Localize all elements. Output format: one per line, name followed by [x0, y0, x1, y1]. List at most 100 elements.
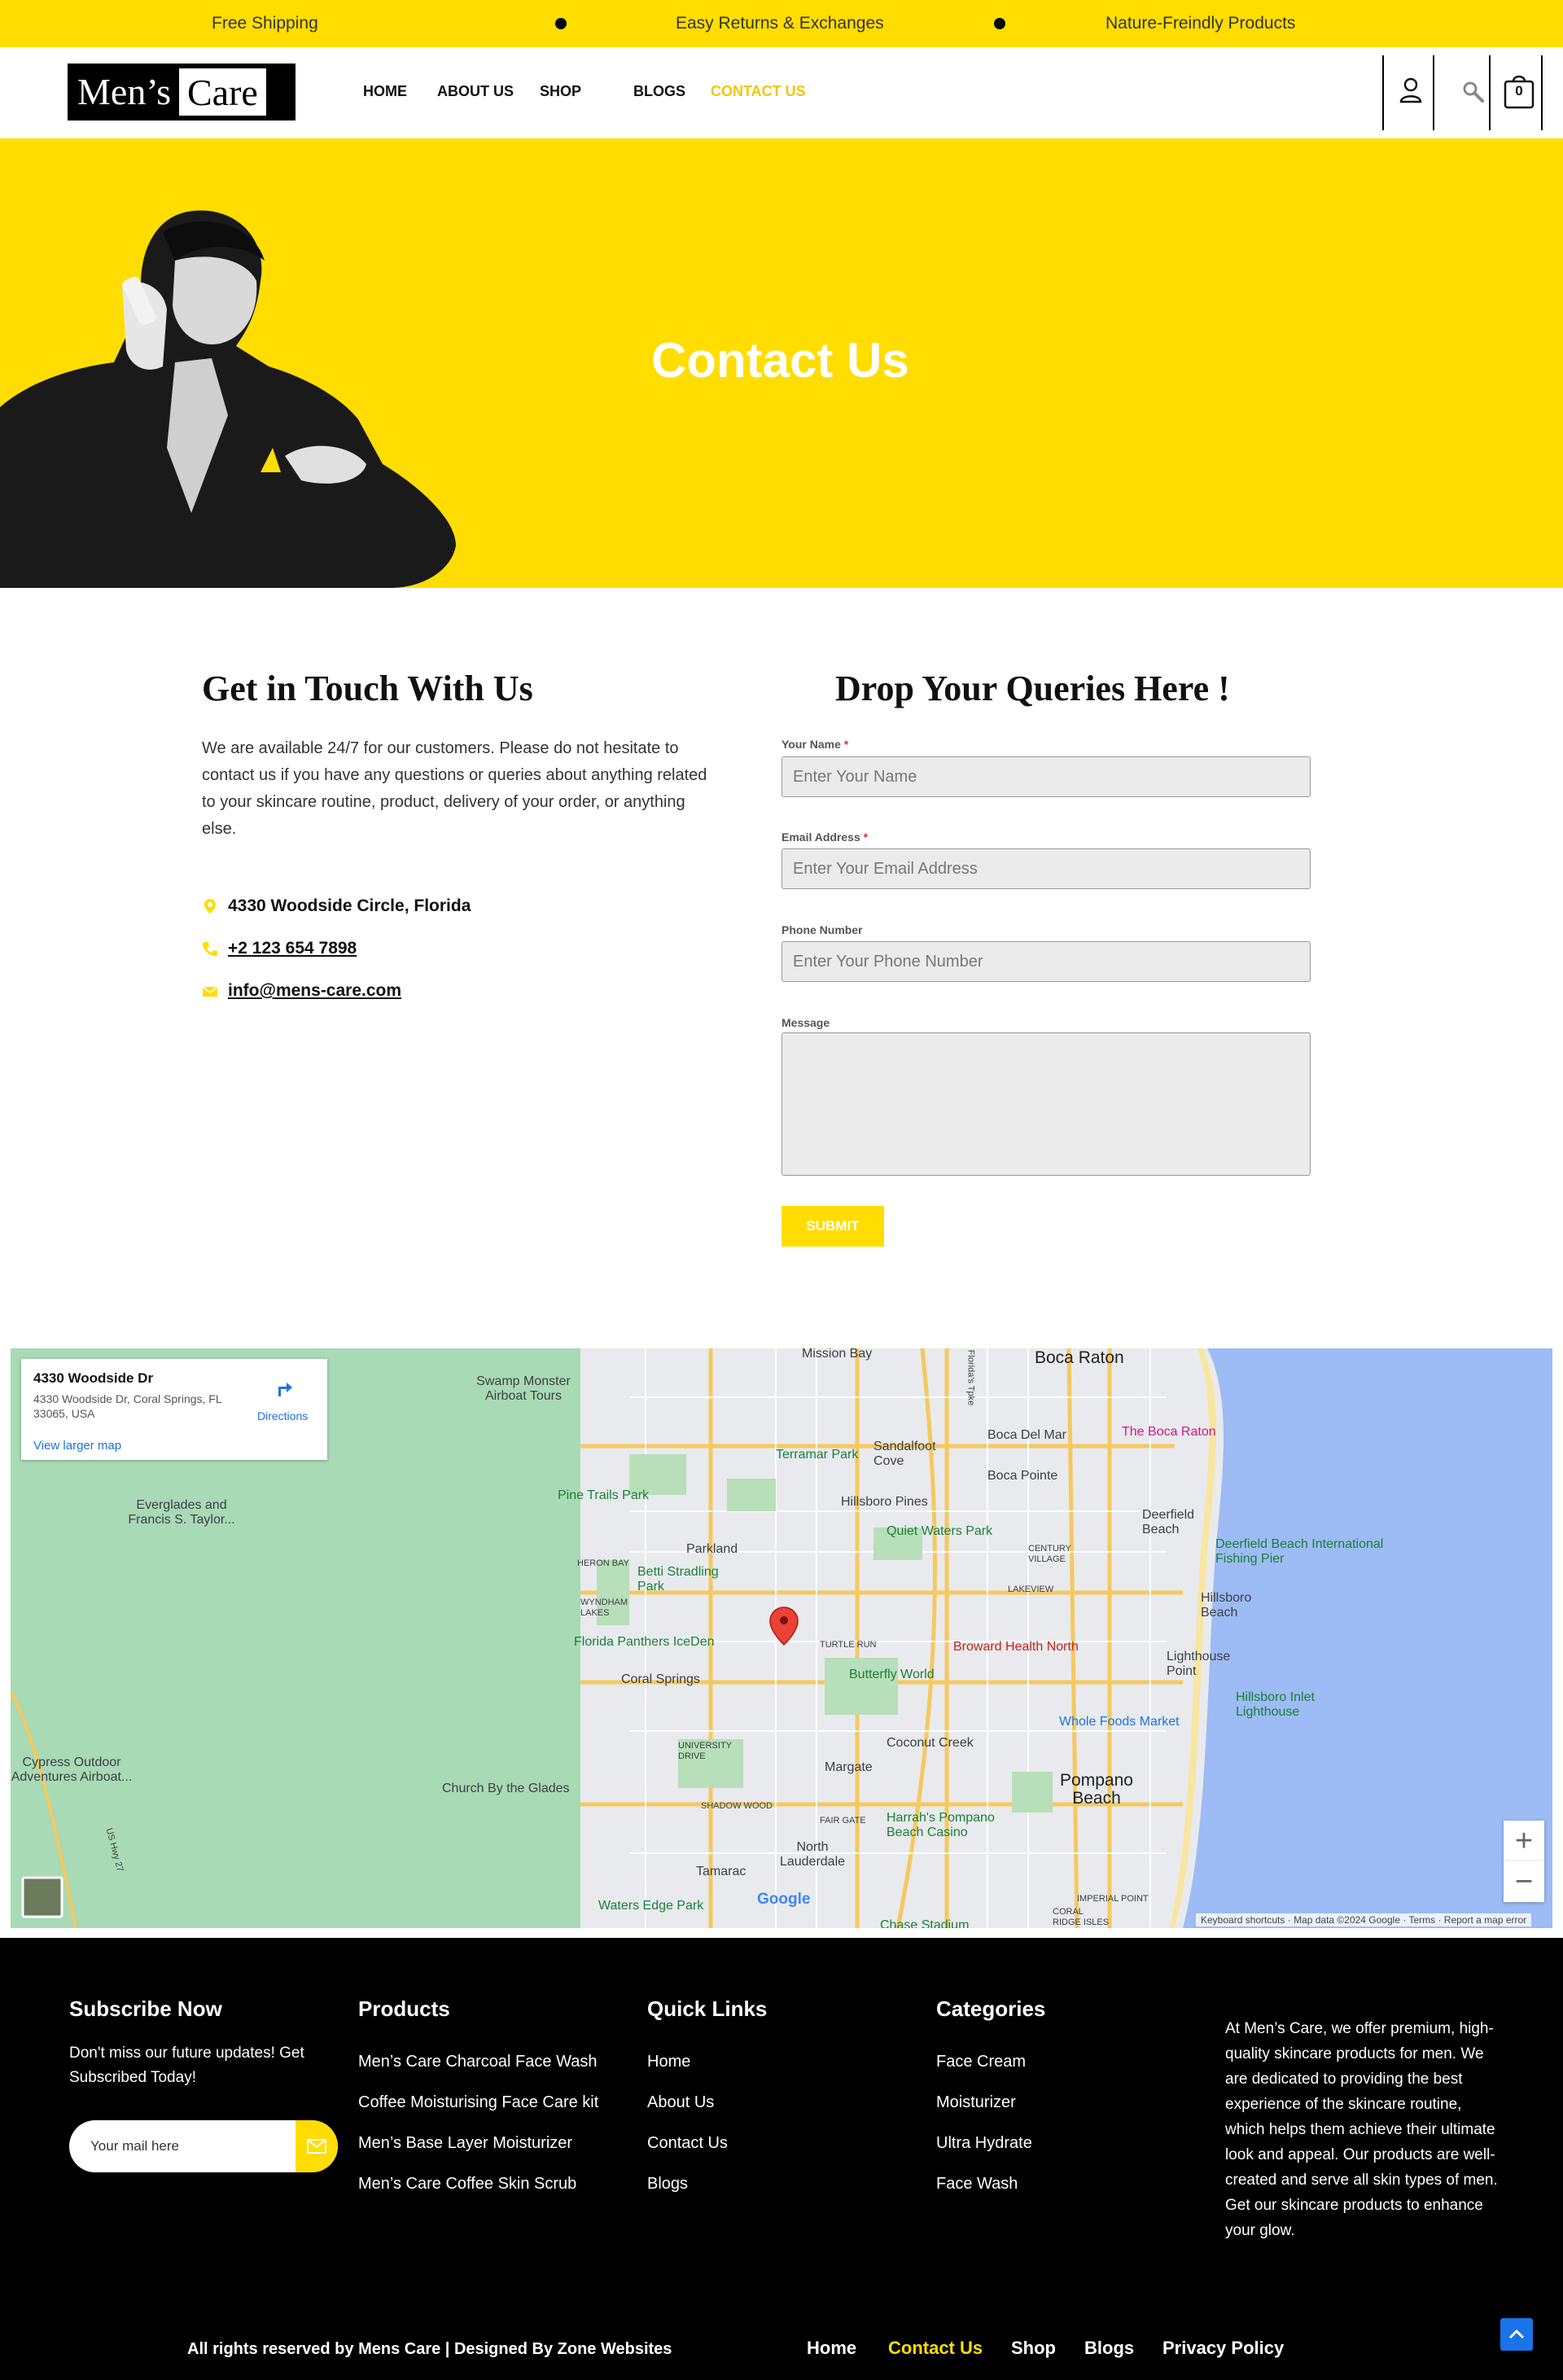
footer-product-link[interactable]: Men’s Base Layer Moisturizer: [358, 2134, 572, 2153]
submit-button[interactable]: SUBMIT: [782, 1206, 884, 1247]
footer-quick-link[interactable]: Blogs: [647, 2175, 688, 2194]
name-label-text: Your Name: [782, 738, 841, 751]
name-label: Your Name *: [782, 738, 848, 751]
google-logo: Google: [757, 1891, 811, 1908]
phone-label: Phone Number: [782, 923, 863, 936]
map-label: Betti Stradling Park: [637, 1565, 719, 1593]
email-label-text: Email Address: [782, 831, 860, 844]
map-info-card: 4330 Woodside Dr 4330 Woodside Dr, Coral…: [21, 1359, 327, 1460]
envelope-icon: [307, 2139, 326, 2154]
announcement-nature-friendly: Nature-Freindly Products: [1105, 14, 1296, 33]
keyboard-shortcuts-link[interactable]: Keyboard shortcuts: [1201, 1914, 1285, 1926]
map-label: North Lauderdale: [779, 1840, 846, 1869]
map-label: Deerfield Beach: [1142, 1508, 1195, 1536]
bottom-link-blogs[interactable]: Blogs: [1084, 2338, 1134, 2359]
map-label: Cypress Outdoor Adventures Airboat...: [11, 1755, 133, 1784]
chevron-up-icon: [1508, 2329, 1525, 2339]
terms-link[interactable]: Terms: [1408, 1914, 1435, 1926]
map-label: Florida's Tpke: [965, 1349, 976, 1406]
message-textarea[interactable]: [782, 1032, 1311, 1176]
location-pin-icon: [204, 899, 216, 914]
bullet-dot: [555, 18, 567, 29]
nav-about-us[interactable]: ABOUT US: [437, 83, 514, 100]
user-icon[interactable]: [1399, 77, 1423, 104]
map-label: LAKEVIEW: [1008, 1584, 1054, 1594]
map-attribution: Keyboard shortcuts · Map data ©2024 Goog…: [1196, 1913, 1532, 1926]
map-label: Mission Bay: [802, 1348, 873, 1361]
map-label: FAIR GATE: [820, 1816, 866, 1826]
footer-category-link[interactable]: Ultra Hydrate: [936, 2134, 1032, 2153]
header-divider: [1433, 55, 1434, 130]
nav-contact-us[interactable]: CONTACT US: [711, 83, 806, 100]
footer-category-link[interactable]: Moisturizer: [936, 2093, 1016, 2112]
phone-input-placeholder: Enter Your Phone Number: [793, 952, 983, 971]
map-label: Florida Panthers IceDen: [574, 1635, 715, 1649]
message-label: Message: [782, 1016, 830, 1029]
footer-category-link[interactable]: Face Cream: [936, 2053, 1026, 2071]
footer-quick-link[interactable]: About Us: [647, 2093, 714, 2112]
map-label: Hillsboro Beach: [1201, 1591, 1252, 1620]
map-label: Pine Trails Park: [558, 1488, 650, 1502]
bottom-link-shop[interactable]: Shop: [1011, 2338, 1056, 2359]
map-label: HERON BAY: [577, 1558, 629, 1568]
map-label: Broward Health North: [953, 1640, 1079, 1654]
bottom-link-home[interactable]: Home: [807, 2338, 856, 2359]
map-label: CORAL RIDGE ISLES: [1053, 1907, 1110, 1927]
bottom-link-privacy-policy[interactable]: Privacy Policy: [1162, 2338, 1284, 2359]
contact-heading: Get in Touch With Us: [202, 668, 533, 708]
quicklinks-heading: Quick Links: [647, 1996, 768, 2021]
footer-quick-link[interactable]: Contact Us: [647, 2134, 728, 2153]
categories-heading: Categories: [936, 1996, 1046, 2021]
nav-shop[interactable]: SHOP: [540, 83, 581, 100]
map-label: Swamp Monster Airboat Tours: [476, 1374, 571, 1403]
newsletter-submit-button[interactable]: [296, 2120, 338, 2172]
zoom-in-button[interactable]: +: [1504, 1821, 1544, 1861]
map-place-title: 4330 Woodside Dr: [33, 1370, 154, 1386]
map-label: Boca Raton: [1035, 1348, 1124, 1367]
footer-category-link[interactable]: Face Wash: [936, 2175, 1018, 2194]
site-logo[interactable]: Men’s Care: [68, 64, 296, 121]
footer-product-link[interactable]: Men’s Care Charcoal Face Wash: [358, 2053, 597, 2071]
contact-phone-link[interactable]: +2 123 654 7898: [228, 939, 357, 958]
search-icon[interactable]: [1461, 80, 1486, 104]
header-divider: [1382, 55, 1384, 130]
map-label: SHADOW WOOD: [701, 1801, 773, 1811]
map-label: UNIVERSITY DRIVE: [678, 1741, 732, 1761]
google-map[interactable]: Boca Raton Mission Bay Boca Del Mar The …: [11, 1348, 1552, 1928]
announcement-free-shipping: Free Shipping: [212, 14, 318, 33]
map-label: Harrah's Pompano Beach Casino: [887, 1811, 995, 1839]
bottom-link-contact-us[interactable]: Contact Us: [888, 2338, 983, 2359]
name-input-placeholder: Enter Your Name: [793, 767, 917, 786]
footer-product-link[interactable]: Men’s Care Coffee Skin Scrub: [358, 2175, 576, 2194]
footer-product-link[interactable]: Coffee Moisturising Face Care kit: [358, 2093, 598, 2112]
map-label: Parkland: [686, 1542, 738, 1556]
site-header: Men’s Care HOME ABOUT US SHOP BLOGS CONT…: [0, 47, 1563, 138]
page-title: Contact Us: [651, 333, 909, 388]
directions-icon[interactable]: [274, 1377, 295, 1398]
report-map-error-link[interactable]: Report a map error: [1444, 1914, 1526, 1926]
map-label: Sandalfoot Cove: [873, 1440, 936, 1468]
footer-about-text: At Men’s Care, we offer premium, high-qu…: [1225, 2020, 1498, 2239]
map-label: Deerfield Beach International Fishing Pi…: [1215, 1537, 1384, 1566]
map-label: Church By the Glades: [442, 1782, 570, 1795]
nav-blogs[interactable]: BLOGS: [633, 83, 685, 100]
email-icon: [202, 986, 218, 997]
phone-input[interactable]: Enter Your Phone Number: [782, 941, 1311, 982]
contact-email-link[interactable]: info@mens-care.com: [228, 981, 401, 1001]
required-mark: *: [863, 831, 869, 844]
name-input[interactable]: Enter Your Name: [782, 756, 1311, 797]
header-divider: [1541, 55, 1543, 130]
directions-link[interactable]: Directions: [257, 1409, 308, 1422]
contact-email: info@mens-care.com: [202, 981, 401, 1001]
scroll-to-top-button[interactable]: [1500, 2318, 1533, 2351]
map-label: Waters Edge Park: [598, 1899, 704, 1913]
newsletter-input[interactable]: Your mail here: [69, 2120, 338, 2172]
footer-quick-link[interactable]: Home: [647, 2053, 690, 2071]
zoom-out-button[interactable]: −: [1504, 1861, 1544, 1902]
map-label: WYNDHAM LAKES: [580, 1598, 628, 1618]
map-label: TURTLE RUN: [820, 1640, 877, 1650]
nav-home[interactable]: HOME: [363, 83, 407, 100]
map-label: Hillsboro Inlet Lighthouse: [1236, 1690, 1315, 1719]
view-larger-map-link[interactable]: View larger map: [33, 1439, 121, 1453]
email-input[interactable]: Enter Your Email Address: [782, 848, 1311, 889]
